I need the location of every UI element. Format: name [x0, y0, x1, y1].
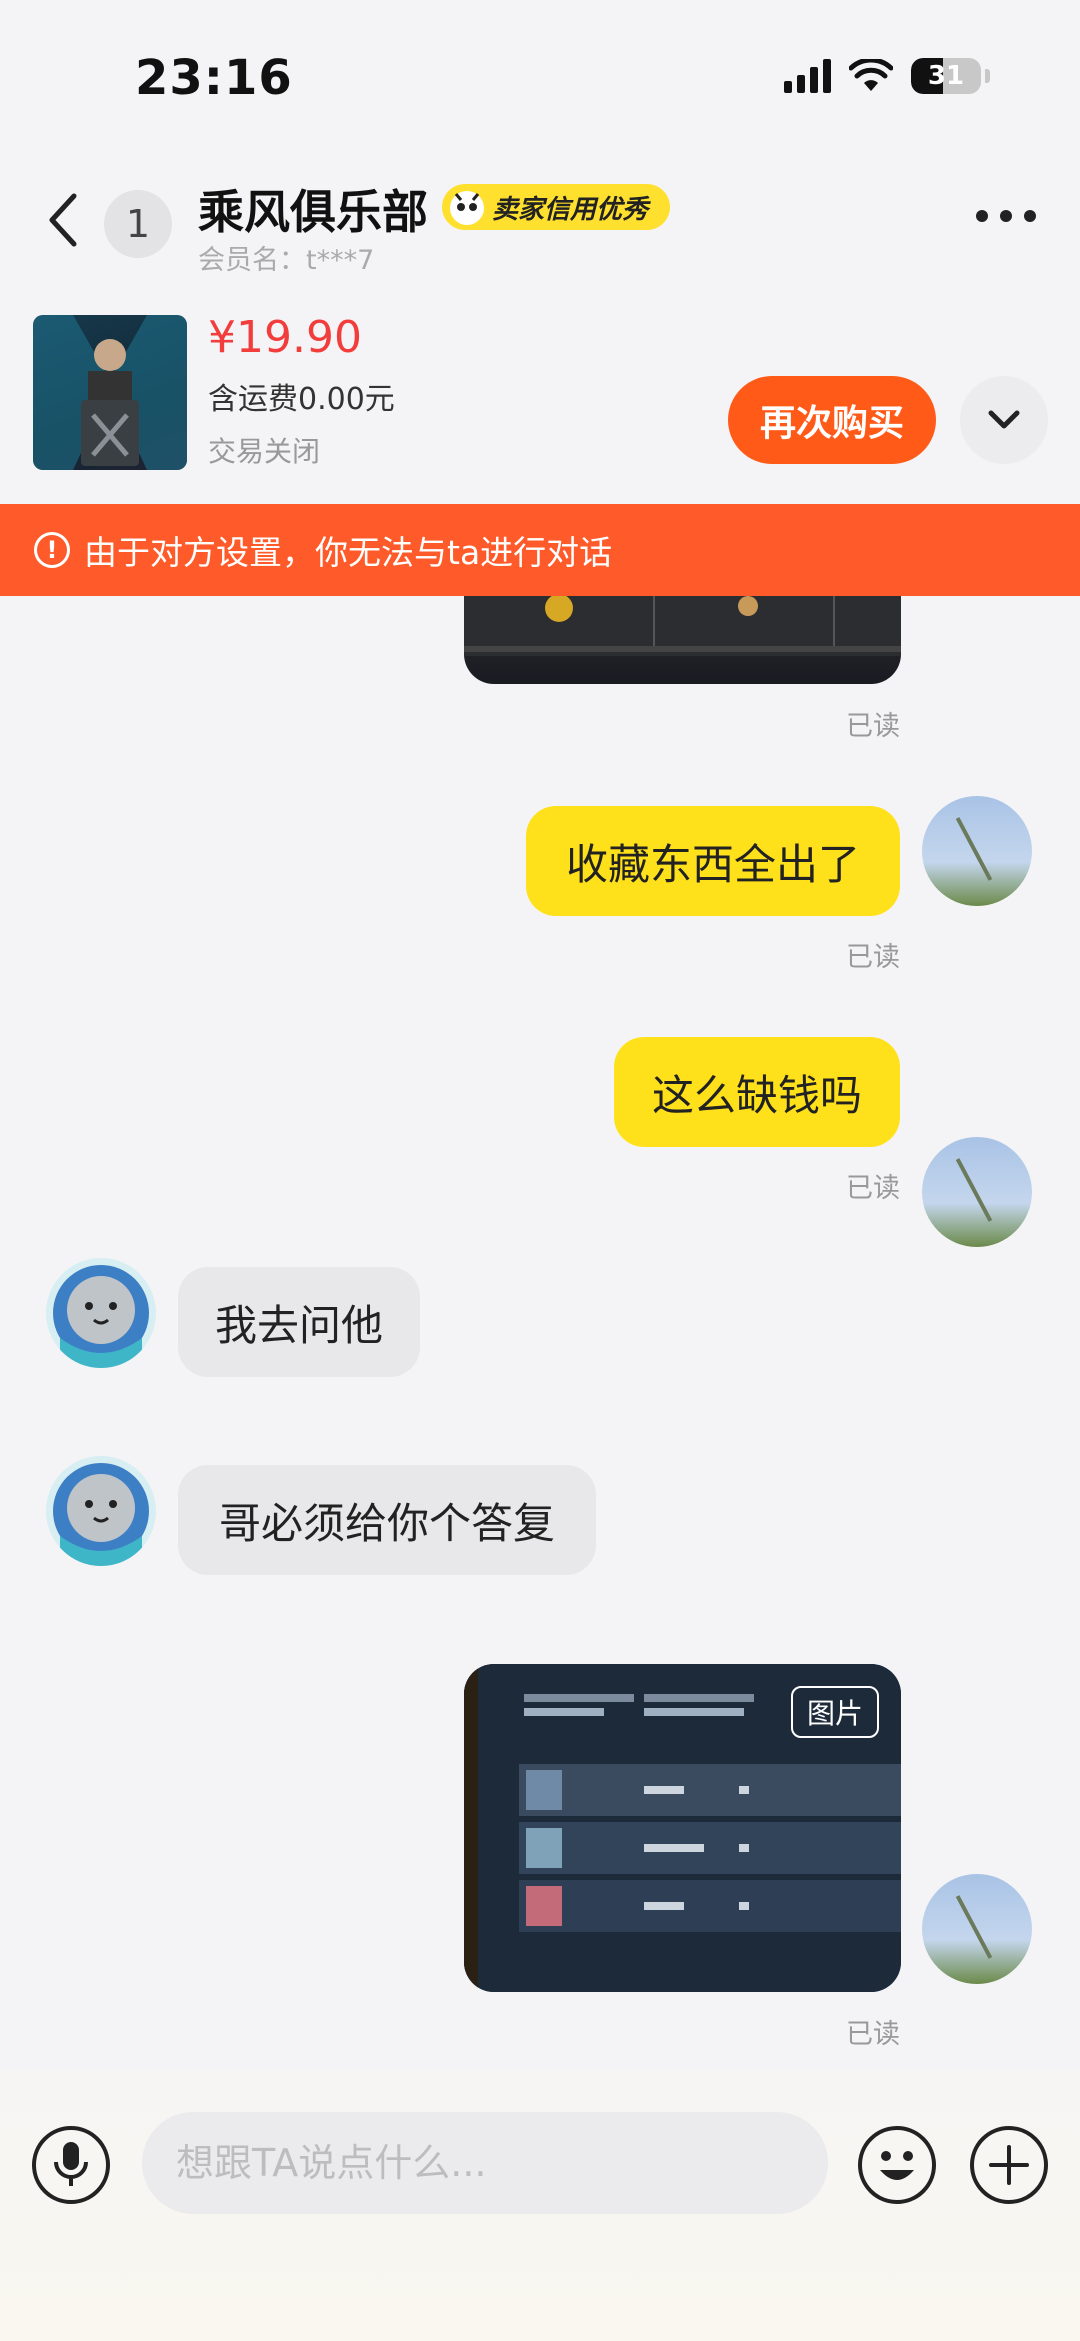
message-bubble[interactable]: 收藏东西全出了 [526, 806, 900, 916]
microphone-icon[interactable] [32, 2126, 110, 2204]
back-chevron-icon[interactable] [40, 190, 90, 250]
signal-icon [784, 59, 831, 93]
mascot-icon [450, 191, 484, 225]
status-time: 23:16 [135, 50, 293, 106]
status-icons: 31 [784, 58, 990, 94]
battery-icon: 31 [911, 58, 981, 94]
wifi-icon [849, 59, 893, 91]
plus-icon[interactable] [970, 2126, 1048, 2204]
warning-circle-icon: ! [34, 532, 70, 568]
message-bubble[interactable]: 我去问他 [178, 1267, 420, 1377]
my-avatar[interactable] [922, 1874, 1032, 1984]
read-receipt: 已读 [846, 711, 900, 742]
shop-name[interactable]: 乘风俱乐部 [198, 176, 428, 242]
warning-text: 由于对方设置，你无法与ta进行对话 [84, 533, 613, 572]
rebuy-button[interactable]: 再次购买 [728, 376, 936, 464]
read-receipt: 已读 [846, 942, 900, 973]
my-avatar[interactable] [922, 1137, 1032, 1247]
message-bubble[interactable]: 这么缺钱吗 [614, 1037, 900, 1147]
product-price: ¥19.90 [208, 312, 362, 363]
product-image[interactable] [33, 315, 187, 470]
more-dots-icon[interactable] [976, 210, 1036, 222]
image-message[interactable]: 图片 [464, 1664, 901, 1992]
credit-badge[interactable]: 卖家信用优秀 [442, 184, 671, 230]
shipping-fee: 含运费0.00元 [208, 382, 395, 417]
emoji-icon[interactable] [858, 2126, 936, 2204]
credit-badge-label: 卖家信用优秀 [492, 194, 649, 225]
message-input[interactable] [142, 2112, 828, 2214]
seller-avatar[interactable] [46, 1456, 156, 1566]
my-avatar[interactable] [922, 796, 1032, 906]
member-name: 会员名：t***7 [198, 245, 375, 276]
warning-banner: ! 由于对方设置，你无法与ta进行对话 [0, 504, 1080, 596]
trade-status: 交易关闭 [208, 435, 321, 468]
image-tag: 图片 [790, 1686, 879, 1738]
unread-count-badge[interactable]: 1 [104, 190, 172, 258]
read-receipt: 已读 [846, 2019, 900, 2050]
seller-avatar[interactable] [46, 1258, 156, 1368]
read-receipt: 已读 [846, 1173, 900, 1204]
battery-level: 31 [927, 61, 965, 91]
chevron-down-icon[interactable] [960, 376, 1048, 464]
message-bubble[interactable]: 哥必须给你个答复 [178, 1465, 596, 1575]
image-message[interactable] [464, 596, 901, 684]
